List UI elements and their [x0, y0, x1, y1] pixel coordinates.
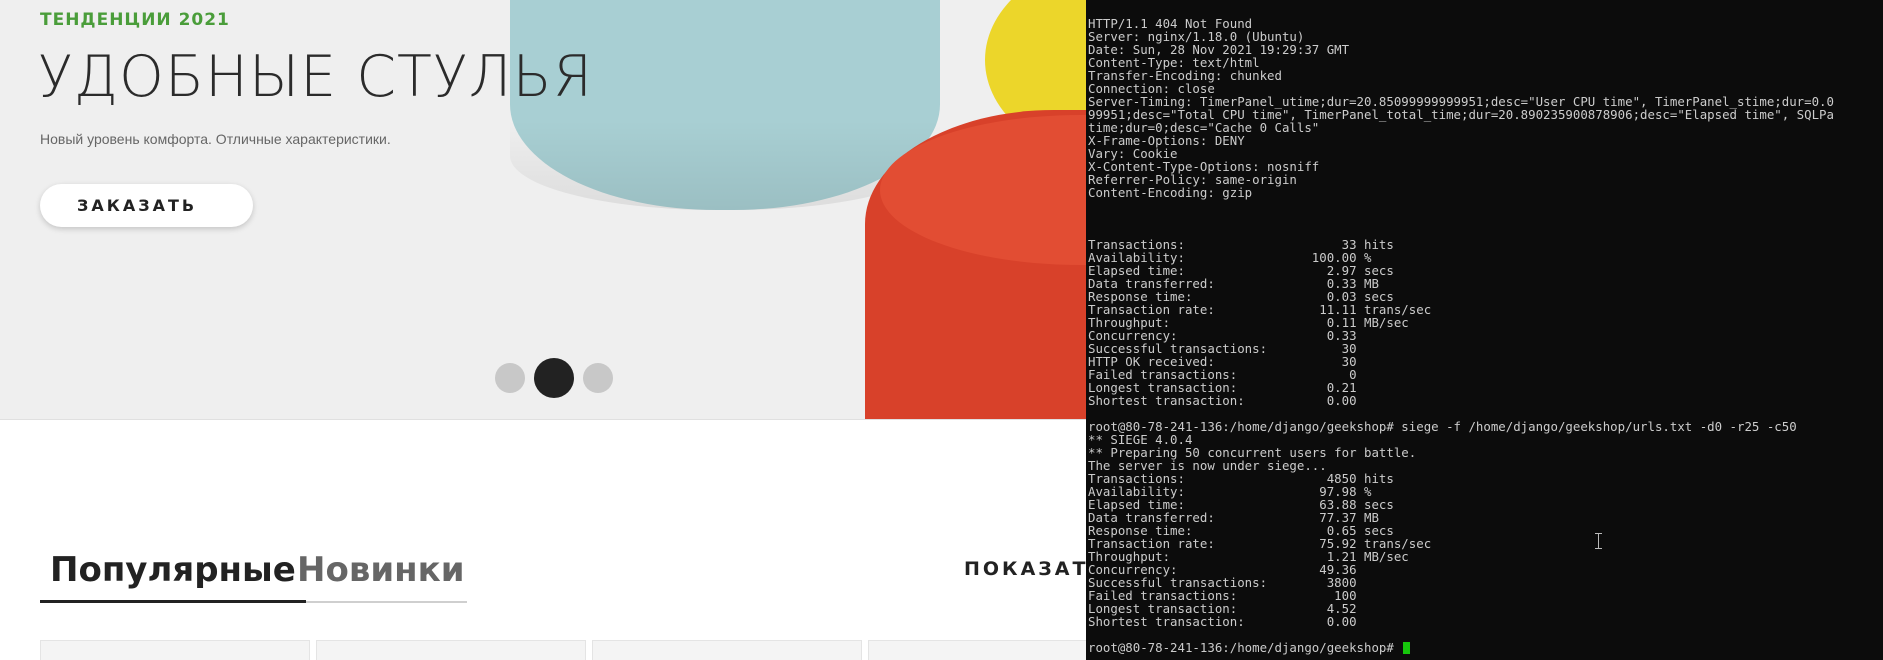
product-card[interactable] [592, 640, 862, 660]
terminal-line: Content-Encoding: gzip [1088, 185, 1253, 200]
slider-dot-3[interactable] [583, 363, 613, 393]
text-cursor-icon [1595, 533, 1603, 549]
slider-dot-2[interactable] [534, 358, 574, 398]
terminal-cursor [1403, 642, 1411, 654]
hero-title: УДОБНЫЕ СТУЛЬЯ [38, 44, 594, 110]
hero-tagline: ТЕНДЕНЦИИ 2021 [40, 10, 230, 30]
website-page: ТЕНДЕНЦИИ 2021 УДОБНЫЕ СТУЛЬЯ Новый уров… [0, 0, 1086, 660]
product-card[interactable] [316, 640, 586, 660]
product-card[interactable] [40, 640, 310, 660]
terminal-line: X-Frame-Options: DENY [1088, 133, 1245, 148]
tab-popular[interactable]: Популярные [40, 546, 306, 603]
terminal-line: Shortest transaction: 0.00 [1088, 393, 1357, 408]
terminal-line: Shortest transaction: 0.00 [1088, 614, 1357, 629]
product-tabs: Популярные Новинки [40, 546, 467, 603]
terminal-prompt-line: root@80-78-241-136:/home/django/geekshop… [1088, 641, 1834, 654]
hero-divider [0, 419, 1086, 420]
terminal-line: root@80-78-241-136:/home/django/geekshop… [1088, 419, 1797, 434]
product-cards [40, 640, 1086, 660]
show-all-link[interactable]: ПОКАЗАТЬ [964, 558, 1086, 580]
tab-new[interactable]: Новинки [287, 546, 475, 600]
order-button[interactable]: ЗАКАЗАТЬ [40, 184, 253, 227]
hero-banner: ТЕНДЕНЦИИ 2021 УДОБНЫЕ СТУЛЬЯ Новый уров… [0, 0, 1086, 420]
terminal-window[interactable]: HTTP/1.1 404 Not Found Server: nginx/1.18… [1086, 0, 1883, 660]
slider-dots [495, 358, 613, 398]
slider-dot-1[interactable] [495, 363, 525, 393]
terminal-prompt: root@80-78-241-136:/home/django/geekshop… [1088, 640, 1402, 655]
terminal-output: HTTP/1.1 404 Not Found Server: nginx/1.18… [1088, 17, 1834, 654]
product-card[interactable] [868, 640, 1086, 660]
hero-subtitle: Новый уровень комфорта. Отличные характе… [40, 131, 391, 147]
